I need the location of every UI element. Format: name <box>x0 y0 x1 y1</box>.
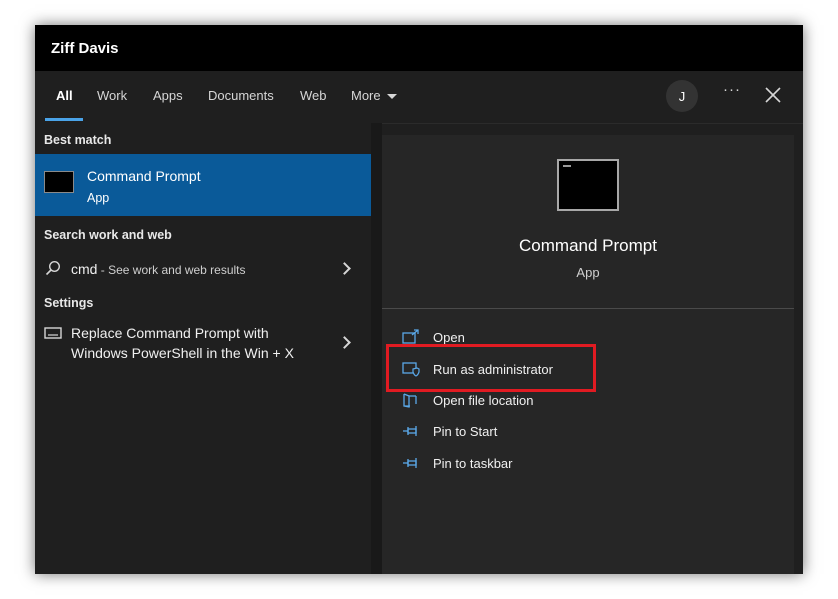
chevron-right-icon[interactable] <box>338 336 351 349</box>
prompt-cursor <box>563 165 571 167</box>
search-web-item[interactable]: cmd - See work and web results <box>35 251 371 285</box>
tab-web[interactable]: Web <box>300 88 327 103</box>
chevron-down-icon <box>386 93 397 99</box>
best-match-item[interactable]: Command Prompt App <box>35 154 371 216</box>
pane-divider <box>371 123 382 574</box>
search-query-suffix: - See work and web results <box>97 263 246 277</box>
command-prompt-icon <box>557 159 619 211</box>
title-bar: Ziff Davis <box>35 25 803 71</box>
search-query-text: cmd - See work and web results <box>71 261 246 277</box>
tab-documents[interactable]: Documents <box>208 88 274 103</box>
search-window: Ziff Davis All Work Apps Documents Web M… <box>35 25 803 574</box>
search-web-heading: Search work and web <box>44 228 172 242</box>
command-prompt-icon <box>44 171 74 193</box>
action-open-label: Open <box>433 330 465 345</box>
keyboard-icon <box>44 327 62 339</box>
action-open-file-location[interactable]: Open file location <box>402 390 762 412</box>
tab-work[interactable]: Work <box>97 88 127 103</box>
tab-more-label: More <box>351 88 381 103</box>
action-pin-to-start-label: Pin to Start <box>433 424 498 439</box>
action-pin-to-taskbar[interactable]: Pin to taskbar <box>402 453 762 475</box>
tab-more[interactable]: More <box>351 88 397 103</box>
action-pin-to-taskbar-label: Pin to taskbar <box>433 456 513 471</box>
window-title: Ziff Davis <box>51 40 119 57</box>
active-tab-indicator <box>45 118 83 121</box>
best-match-name: Command Prompt <box>87 168 201 184</box>
preview-app-type: App <box>576 265 600 280</box>
best-match-type: App <box>87 191 110 205</box>
settings-heading: Settings <box>44 296 94 310</box>
action-pin-to-start[interactable]: Pin to Start <box>402 421 762 443</box>
setting-line-1: Replace Command Prompt with <box>71 325 269 341</box>
search-query: cmd <box>71 261 98 277</box>
tab-apps[interactable]: Apps <box>153 88 183 103</box>
avatar[interactable]: J <box>666 80 698 112</box>
highlight-box <box>386 344 596 392</box>
pin-icon <box>403 458 417 468</box>
pin-icon <box>403 426 417 436</box>
folder-icon <box>403 393 417 408</box>
setting-line-2: Windows PowerShell in the Win + X <box>71 345 294 361</box>
chevron-right-icon[interactable] <box>338 262 351 275</box>
tab-bar: All Work Apps Documents Web More J ··· <box>35 71 803 124</box>
avatar-initial: J <box>678 88 686 104</box>
search-icon <box>45 260 61 276</box>
more-options-icon[interactable]: ··· <box>723 81 741 98</box>
best-match-heading: Best match <box>44 133 112 147</box>
tab-all[interactable]: All <box>56 88 73 103</box>
close-icon[interactable] <box>763 85 783 105</box>
preview-divider <box>382 308 794 309</box>
setting-text: Replace Command Prompt with Windows Powe… <box>71 323 294 363</box>
action-open-file-location-label: Open file location <box>433 393 534 408</box>
results-pane: Best match Command Prompt App Search wor… <box>35 123 371 574</box>
open-icon <box>402 329 419 344</box>
preview-app-name: Command Prompt <box>519 236 657 255</box>
settings-item[interactable]: Replace Command Prompt with Windows Powe… <box>35 319 371 369</box>
